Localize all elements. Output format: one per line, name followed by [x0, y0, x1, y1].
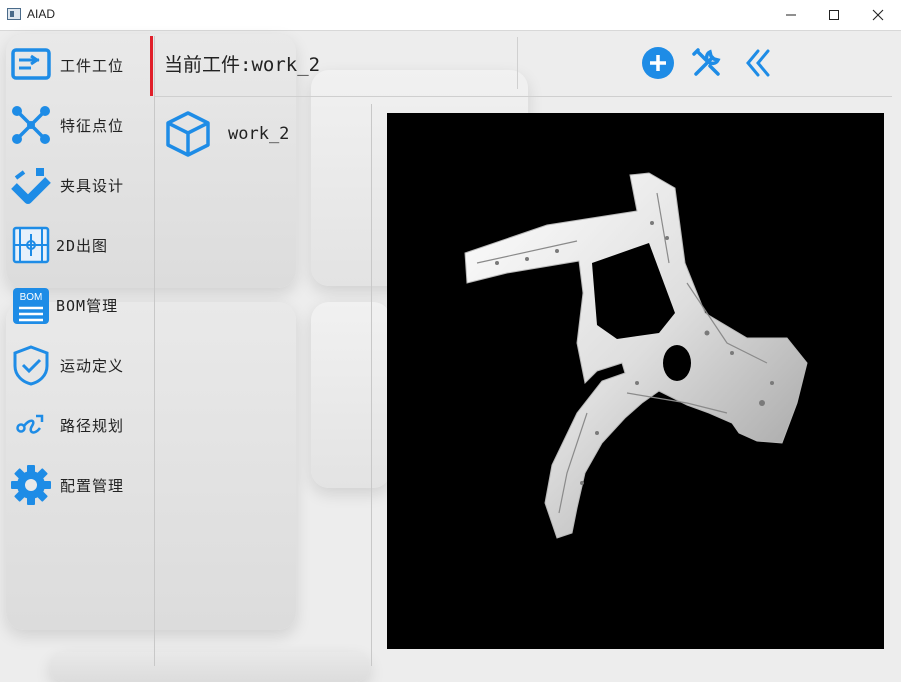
tools-icon — [692, 48, 721, 76]
collapse-button[interactable] — [740, 46, 774, 80]
sidebar-item-label: 运动定义 — [60, 356, 125, 375]
sidebar-item-motion-definition[interactable]: 运动定义 — [8, 337, 154, 393]
sidebar-item-fixture-design[interactable]: 夹具设计 — [8, 157, 154, 213]
sidebar-item-label: 特征点位 — [60, 116, 125, 135]
divider — [155, 96, 892, 97]
tools-button[interactable] — [690, 46, 724, 80]
sidebar-item-config[interactable]: 配置管理 — [8, 457, 154, 513]
close-icon — [872, 9, 884, 21]
path-planning-icon — [8, 402, 54, 448]
background-panel — [311, 302, 391, 488]
collapse-icon — [746, 49, 770, 77]
close-button[interactable] — [855, 0, 901, 30]
sidebar-item-label: 2D出图 — [56, 236, 109, 255]
gear-icon — [8, 462, 54, 508]
sidebar-item-label: 夹具设计 — [60, 176, 125, 195]
svg-text:BOM: BOM — [20, 292, 43, 303]
drawing-2d-icon — [8, 222, 54, 268]
maximize-icon — [829, 10, 839, 20]
sidebar-item-label: 路径规划 — [60, 416, 125, 435]
sidebar-item-path-planning[interactable]: 路径规划 — [8, 397, 154, 453]
sidebar-item-label: 工件工位 — [60, 56, 125, 75]
cube-icon — [166, 111, 210, 157]
title-bar: AIAD — [0, 0, 901, 31]
feature-points-icon — [8, 102, 54, 148]
sidebar-item-bom[interactable]: BOM BOM管理 — [8, 277, 154, 333]
workpiece-item[interactable]: work_2 — [162, 106, 362, 162]
page-title: 当前工件:work_2 — [164, 54, 321, 76]
active-indicator — [150, 36, 153, 96]
bom-icon: BOM — [8, 282, 54, 328]
motion-shield-icon — [8, 342, 54, 388]
add-icon — [642, 47, 674, 79]
minimize-button[interactable] — [768, 0, 814, 30]
part-model — [464, 172, 808, 539]
maximize-button[interactable] — [811, 0, 857, 30]
sidebar-item-label: 配置管理 — [60, 476, 125, 495]
window-title: AIAD — [27, 7, 56, 21]
3d-viewport[interactable] — [387, 113, 884, 649]
sidebar-item-label: BOM管理 — [56, 296, 119, 315]
sidebar: 工件工位 特征点位 夹具设计 2D出图 BOM BOM管理 运动定义 路径规划 — [0, 31, 154, 666]
sidebar-item-feature-points[interactable]: 特征点位 — [8, 97, 154, 153]
minimize-icon — [786, 14, 796, 16]
divider — [517, 37, 518, 89]
fixture-design-icon — [8, 162, 54, 208]
app-icon — [7, 8, 21, 20]
divider — [154, 36, 155, 666]
workpiece-station-icon — [8, 42, 54, 88]
add-button[interactable] — [641, 46, 675, 80]
sidebar-item-drawing-2d[interactable]: 2D出图 — [8, 217, 154, 273]
workpiece-name: work_2 — [228, 124, 290, 144]
sidebar-item-workpiece-station[interactable]: 工件工位 — [8, 37, 154, 93]
divider — [371, 104, 372, 666]
